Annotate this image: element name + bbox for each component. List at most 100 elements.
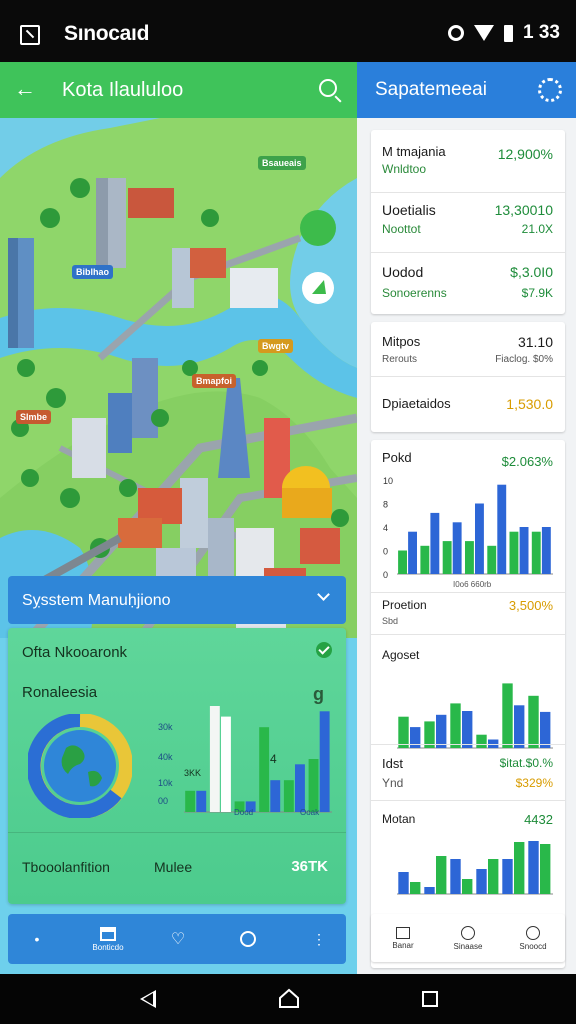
chart-bar	[502, 859, 513, 894]
mini-x-label: Ooak	[300, 808, 320, 817]
wifi-icon	[474, 25, 495, 41]
mini-y-tick: 00	[158, 796, 169, 806]
chart-bar	[398, 550, 407, 574]
stat-row[interactable]: Mitpos Rerouts 31.10 Fiaclog. $0%	[371, 322, 565, 376]
battery-icon	[504, 24, 514, 42]
map-label[interactable]: Bwgtv	[258, 339, 293, 353]
nav-search[interactable]	[228, 914, 268, 964]
clock-icon	[526, 925, 540, 940]
stat-label: M tmajania	[382, 144, 446, 159]
right-app-title: Sapatemeeai	[375, 79, 487, 100]
chart-bar	[436, 856, 447, 894]
bar-chart-1: 10 8 4 0 0	[383, 476, 553, 580]
nav-home-label: Bonticdo	[92, 942, 124, 952]
divider	[371, 634, 565, 635]
chart-bar	[476, 734, 487, 748]
back-arrow-icon[interactable]: ←	[14, 78, 36, 100]
chart-bar	[476, 869, 487, 894]
search-icon[interactable]	[319, 79, 337, 97]
nav-home[interactable]: Bonticdo	[78, 914, 138, 964]
chart-bar	[442, 541, 452, 574]
chart-bar	[465, 541, 474, 574]
divider	[371, 800, 565, 801]
home-icon	[100, 926, 116, 941]
search-icon	[240, 931, 256, 947]
chart-bar	[308, 759, 319, 812]
map-label[interactable]: Bsaueais	[258, 156, 306, 170]
stat-row[interactable]: Uoetialis Noottot 13,30010 21.0X	[371, 192, 565, 252]
chart-bar	[209, 706, 220, 812]
chart-title: Agoset	[382, 648, 420, 662]
chart-bar	[319, 711, 330, 812]
nav-item[interactable]: Sinaase	[436, 914, 500, 962]
back-icon[interactable]	[140, 990, 156, 1008]
map-label[interactable]: Slmbe	[16, 410, 52, 424]
nav-more[interactable]: ⋮	[304, 914, 334, 964]
chart-bar	[528, 695, 539, 749]
chart-bar	[514, 705, 525, 749]
device-screen: Sınocaıd 1 33 ← Kota Ilaululoo Bsaueais …	[0, 0, 576, 1024]
chart-bar	[502, 683, 513, 748]
system-dropdown[interactable]: Sỵsstem Manuḥjiono	[8, 576, 346, 624]
stat-label: Uodod	[382, 264, 424, 280]
chart-y-tick: 10	[383, 476, 393, 486]
row-value: $itat.$0.%	[499, 756, 553, 770]
grid-icon	[396, 926, 410, 939]
mini-y-tick: 10k	[158, 778, 173, 788]
system-nav-bar	[0, 974, 576, 1024]
map-label[interactable]: Bmapfoi	[192, 374, 236, 388]
status-bar: Sınocaıd 1 33	[0, 0, 576, 62]
nav-item[interactable]: Banar	[371, 914, 435, 962]
row-value-secondary: $329%	[515, 776, 553, 790]
nav-health[interactable]: ♡	[158, 914, 198, 964]
loading-ring-icon[interactable]	[538, 78, 562, 102]
row-sub: Sbd	[382, 616, 399, 626]
chart-title: Motan	[382, 812, 416, 826]
right-app-bar: Sapatemeeai	[357, 62, 576, 118]
check-icon	[316, 642, 332, 658]
dot-icon: •	[34, 931, 40, 947]
chart-bar	[531, 531, 541, 574]
right-panel: Sapatemeeai M tmajania Wnldtoo 12,900% U…	[357, 62, 576, 974]
chart-y-tick: 4	[383, 523, 388, 533]
chart-y-tick: 8	[383, 500, 388, 510]
mini-y-tick: 40k	[158, 752, 173, 762]
stat-value: 1,530.0	[506, 396, 553, 412]
nav-item[interactable]: Snoocd	[501, 914, 565, 962]
chart-bar	[270, 780, 281, 812]
stat-row[interactable]: Dpiaetaidos 1,530.0	[371, 376, 565, 432]
chart-value: $2.063%	[501, 454, 553, 469]
home-icon[interactable]	[278, 988, 300, 1008]
chart-bar	[221, 716, 231, 812]
city-map[interactable]	[0, 118, 357, 638]
stat-row[interactable]: Uodod Sonoerenns $,3.0I0 $7.9K	[371, 252, 565, 314]
stat-sub: Wnldtoo	[382, 162, 427, 176]
status-title: Sınocaıd	[64, 22, 150, 45]
chart-bar	[410, 882, 421, 894]
right-bottom-nav: Banar Sinaase Snoocd	[371, 914, 565, 962]
chart-bar	[462, 879, 473, 894]
dropdown-label: Sỵsstem Manuḥjiono	[22, 592, 171, 609]
chart-bar	[514, 842, 525, 894]
recents-icon[interactable]	[422, 991, 438, 1007]
chart-bar	[196, 790, 207, 812]
chart-bar	[452, 522, 462, 574]
stats-card-1: M tmajania Wnldtoo 12,900% Uoetialis Noo…	[371, 130, 565, 314]
chart-bar	[424, 887, 435, 894]
chart-y-tick: 0	[383, 547, 388, 557]
chart-y-tick: 0	[383, 570, 388, 580]
map-label[interactable]: Biblhao	[72, 265, 113, 279]
mini-annotation: 3KK	[184, 768, 202, 778]
chart-bar	[450, 703, 461, 748]
screenshot-icon	[20, 25, 40, 45]
left-app-bar: ← Kota Ilaululoo	[0, 62, 357, 118]
stat-row[interactable]: M tmajania Wnldtoo 12,900%	[371, 130, 565, 192]
nav-dot[interactable]: •	[22, 914, 52, 964]
stat-value: 13,30010	[494, 202, 553, 218]
chart-bar	[450, 859, 461, 894]
bar-chart-2	[397, 683, 553, 749]
nav-item-label: Snoocd	[519, 941, 547, 951]
mini-y-tick: 30k	[158, 722, 173, 732]
stat-value-secondary: Fiaclog. $0%	[495, 354, 553, 365]
chart-bar	[509, 531, 519, 574]
